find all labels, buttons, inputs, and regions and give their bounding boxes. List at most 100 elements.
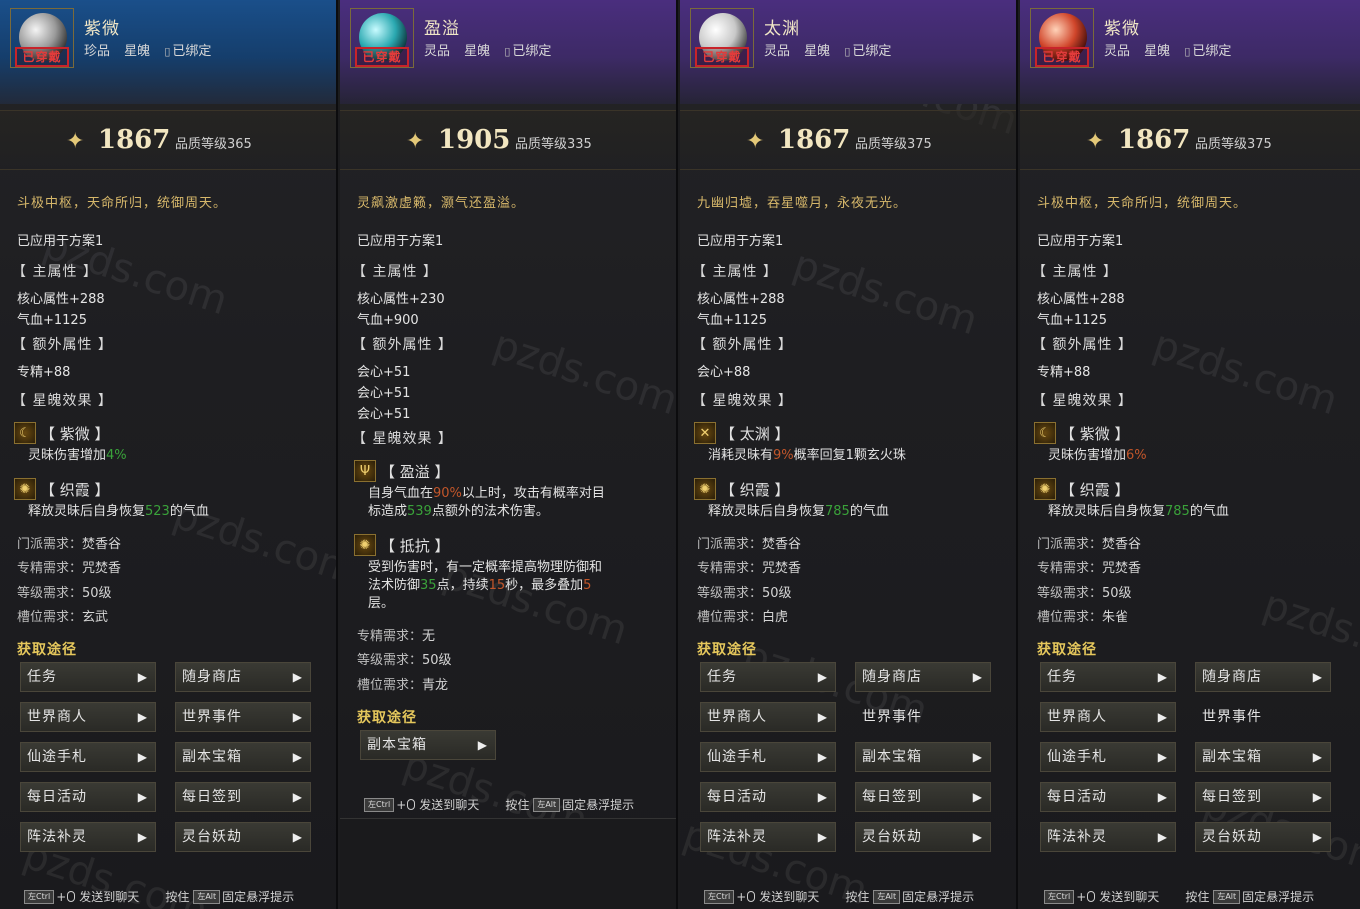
main-attr-line: 气血+1125 xyxy=(697,313,767,328)
acquire-button[interactable]: 每日活动 ▶ xyxy=(700,782,836,812)
acquire-button[interactable]: 世界商人 ▶ xyxy=(1040,702,1176,732)
acquire-button[interactable]: 任务 ▶ xyxy=(20,662,156,692)
main-attr-line: 气血+900 xyxy=(357,313,419,328)
score-bar: ✦ 1905 品质等级335 xyxy=(340,110,676,170)
gear-score: 1867 xyxy=(778,125,851,155)
acquire-button[interactable]: 仙途手札 ▶ xyxy=(20,742,156,772)
acquire-button[interactable]: 世界事件 ▶ xyxy=(175,702,311,732)
requirement-line: 门派需求：焚香谷 xyxy=(17,537,122,552)
main-attr-title: 【 主属性 】 xyxy=(692,264,778,280)
acquire-button[interactable]: 任务 ▶ xyxy=(700,662,836,692)
item-name: 太渊 xyxy=(764,19,800,39)
lock-icon: ▯ xyxy=(504,45,511,58)
item-flavor-text: 斗极中枢，天命所归，统御周天。 xyxy=(17,196,228,211)
quality-level: 品质等级375 xyxy=(855,137,932,152)
acquire-button[interactable]: 副本宝箱 ▶ xyxy=(360,730,496,760)
effect-description: 自身气血在90%以上时，攻击有概率对目 xyxy=(368,486,605,501)
bind-status: 已绑定 xyxy=(512,44,552,59)
requirement-line: 专精需求：无 xyxy=(357,629,436,644)
item-header: 已穿戴 盈溢 灵品 星魄 ▯ 已绑定 xyxy=(340,0,676,104)
extra-attr-title: 【 额外属性 】 xyxy=(692,337,793,353)
lock-icon: ▯ xyxy=(844,45,851,58)
acquire-button[interactable]: 每日签到 ▶ xyxy=(855,782,991,812)
effect-value: 5 xyxy=(583,578,592,593)
acquire-button[interactable]: 副本宝箱 ▶ xyxy=(1195,742,1331,772)
lock-icon: ▯ xyxy=(1184,45,1191,58)
chevron-right-icon: ▶ xyxy=(1312,750,1323,764)
hotkey-hint: 左Ctrl + 发送到聊天 按住 左Alt 固定悬浮提示 xyxy=(1044,888,1314,905)
acquire-button[interactable]: 随身商店 ▶ xyxy=(175,662,311,692)
effect-description: 释放灵昧后自身恢复785的气血 xyxy=(1048,504,1229,519)
requirement-line: 等级需求：50级 xyxy=(1037,586,1132,601)
acquire-button[interactable]: 世界事件 xyxy=(855,702,991,732)
acquire-button[interactable]: 灵台妖劫 ▶ xyxy=(855,822,991,852)
effect-header: ✺ 【 织霞 】 xyxy=(694,478,790,500)
effect-value: 523 xyxy=(145,504,170,519)
acquire-button[interactable]: 阵法补灵 ▶ xyxy=(20,822,156,852)
applied-plan: 已应用于方案1 xyxy=(357,234,444,249)
effect-header: ✺ 【 织霞 】 xyxy=(14,478,110,500)
effect-value: 539 xyxy=(407,504,432,519)
effect-title: 【 星魄效果 】 xyxy=(1032,393,1133,409)
effect-name: 【 紫微 】 xyxy=(1060,424,1130,443)
item-grade: 灵品 xyxy=(1104,44,1131,59)
main-attr-line: 核心属性+230 xyxy=(357,292,445,307)
acquire-button[interactable]: 每日签到 ▶ xyxy=(175,782,311,812)
item-tags: 灵品 星魄 ▯ 已绑定 xyxy=(1104,40,1241,59)
main-attr-line: 气血+1125 xyxy=(1037,313,1107,328)
chevron-right-icon: ▶ xyxy=(137,710,148,724)
chevron-right-icon: ▶ xyxy=(292,750,303,764)
crossed-swords-icon: ✕ xyxy=(694,422,716,444)
item-tags: 灵品 星魄 ▯ 已绑定 xyxy=(764,40,901,59)
acquire-button[interactable]: 副本宝箱 ▶ xyxy=(855,742,991,772)
acquire-button[interactable]: 每日活动 ▶ xyxy=(1040,782,1176,812)
quality-level: 品质等级375 xyxy=(1195,137,1272,152)
main-attr-line: 核心属性+288 xyxy=(17,292,105,307)
acquire-button[interactable]: 副本宝箱 ▶ xyxy=(175,742,311,772)
equipped-stamp: 已穿戴 xyxy=(695,47,749,67)
chevron-right-icon: ▶ xyxy=(972,670,983,684)
item-name: 紫微 xyxy=(1104,19,1140,39)
ctrl-key-icon: 左Ctrl xyxy=(1044,889,1075,904)
acquire-button[interactable]: 阵法补灵 ▶ xyxy=(1040,822,1176,852)
acquire-button[interactable]: 阵法补灵 ▶ xyxy=(700,822,836,852)
chevron-right-icon: ▶ xyxy=(972,750,983,764)
acquire-button[interactable]: 世界商人 ▶ xyxy=(700,702,836,732)
item-header: 已穿戴 太渊 灵品 星魄 ▯ 已绑定 xyxy=(680,0,1016,104)
chevron-right-icon: ▶ xyxy=(1157,830,1168,844)
acquire-button[interactable]: 每日活动 ▶ xyxy=(20,782,156,812)
item-name: 紫微 xyxy=(84,19,120,39)
item-type: 星魄 xyxy=(124,44,151,59)
effect-description: 受到伤害时，有一定概率提高物理防御和 xyxy=(368,560,603,575)
extra-attr-line: 会心+88 xyxy=(697,365,751,380)
hotkey-hint: 左Ctrl + 发送到聊天 按住 左Alt 固定悬浮提示 xyxy=(364,796,634,813)
chevron-right-icon: ▶ xyxy=(137,790,148,804)
acquire-button[interactable]: 随身商店 ▶ xyxy=(1195,662,1331,692)
effect-name: 【 织霞 】 xyxy=(40,480,110,499)
acquire-button[interactable]: 随身商店 ▶ xyxy=(855,662,991,692)
acquire-button[interactable]: 仙途手札 ▶ xyxy=(700,742,836,772)
acquire-button[interactable]: 仙途手札 ▶ xyxy=(1040,742,1176,772)
item-tags: 珍品 星魄 ▯ 已绑定 xyxy=(84,40,221,59)
effect-header: ✺ 【 抵抗 】 xyxy=(354,534,450,556)
acquire-button[interactable]: 世界商人 ▶ xyxy=(20,702,156,732)
acquire-button[interactable]: 任务 ▶ xyxy=(1040,662,1176,692)
equipped-stamp: 已穿戴 xyxy=(1035,47,1089,67)
acquire-button[interactable]: 世界事件 xyxy=(1195,702,1331,732)
item-flavor-text: 九幽归墟，吞星噬月，永夜无光。 xyxy=(697,196,908,211)
main-attr-title: 【 主属性 】 xyxy=(1032,264,1118,280)
equipped-stamp: 已穿戴 xyxy=(15,47,69,67)
alt-key-icon: 左Alt xyxy=(1213,889,1241,904)
item-tooltip-panel: pzds.com pzds.com pzds.com pzds.com 已穿戴 … xyxy=(1020,0,1360,909)
spiral-icon: ✺ xyxy=(1034,478,1056,500)
item-icon-frame: 已穿戴 xyxy=(350,8,414,68)
mouse-icon xyxy=(1087,891,1096,902)
main-attr-line: 核心属性+288 xyxy=(697,292,785,307)
chevron-right-icon: ▶ xyxy=(1312,830,1323,844)
acquire-button[interactable]: 每日签到 ▶ xyxy=(1195,782,1331,812)
acquire-button[interactable]: 灵台妖劫 ▶ xyxy=(175,822,311,852)
acquire-button[interactable]: 灵台妖劫 ▶ xyxy=(1195,822,1331,852)
chevron-right-icon: ▶ xyxy=(817,750,828,764)
effect-name: 【 织霞 】 xyxy=(720,480,790,499)
watermark-text: pzds.com xyxy=(487,321,678,425)
